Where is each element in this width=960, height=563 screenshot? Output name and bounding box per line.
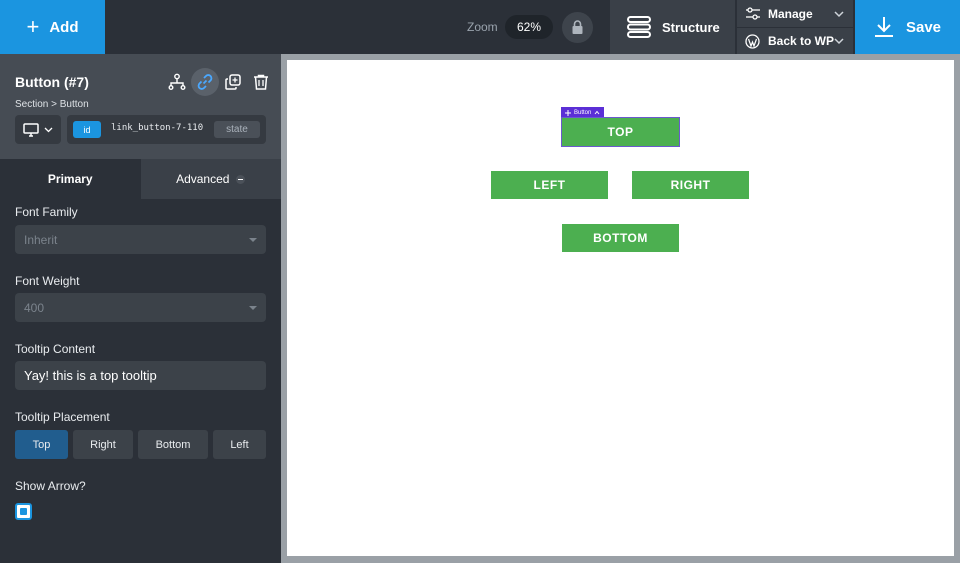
placement-right-button[interactable]: Right xyxy=(73,430,133,459)
element-header: Button (#7) Section > Button id link_but… xyxy=(0,54,281,159)
plus-icon: + xyxy=(26,14,40,39)
tab-primary-label: Primary xyxy=(47,172,93,186)
selector-box: id link_button-7-110 state xyxy=(67,115,266,144)
manage-button[interactable]: Manage xyxy=(737,0,853,27)
structure-icon xyxy=(627,16,651,38)
font-family-select[interactable]: Inherit xyxy=(15,225,266,254)
state-button[interactable]: state xyxy=(214,121,260,138)
duplicate-button[interactable] xyxy=(219,68,247,96)
show-arrow-label: Show Arrow? xyxy=(15,479,86,493)
wordpress-icon xyxy=(745,33,760,49)
structure-button-label: Structure xyxy=(662,19,720,35)
structure-button[interactable]: Structure xyxy=(610,0,735,54)
tooltip-content-label: Tooltip Content xyxy=(15,342,96,356)
device-selector[interactable] xyxy=(15,115,61,144)
font-family-value: Inherit xyxy=(24,232,58,247)
tab-primary[interactable]: Primary xyxy=(0,159,141,199)
font-weight-select[interactable]: 400 xyxy=(15,293,266,322)
panel-tabs: Primary Advanced xyxy=(0,159,281,199)
collapse-icon xyxy=(236,174,246,184)
placement-top-button[interactable]: Top xyxy=(15,430,68,459)
delete-button[interactable] xyxy=(247,68,275,96)
save-button-label: Save xyxy=(905,18,942,36)
page-canvas: Button TOP LEFT RIGHT BOTTOM xyxy=(287,60,954,556)
chevron-down-icon xyxy=(44,127,53,133)
chevron-down-icon xyxy=(834,38,844,45)
hierarchy-icon xyxy=(168,73,186,90)
placement-left-button[interactable]: Left xyxy=(213,430,266,459)
download-icon xyxy=(874,17,893,37)
show-arrow-checkbox[interactable] xyxy=(15,503,32,520)
save-button[interactable]: Save xyxy=(855,0,960,54)
id-badge[interactable]: id xyxy=(73,121,101,138)
zoom-value[interactable]: 62% xyxy=(505,15,553,39)
lock-icon xyxy=(572,20,583,34)
add-button-label: Add xyxy=(49,18,79,36)
monitor-icon xyxy=(23,122,39,137)
chevron-down-icon xyxy=(834,10,844,17)
element-id-value[interactable]: link_button-7-110 xyxy=(111,123,203,133)
element-tools xyxy=(163,68,275,96)
link-button[interactable] xyxy=(191,68,219,96)
link-icon xyxy=(197,74,213,90)
move-icon xyxy=(565,109,571,116)
tooltip-placement-label: Tooltip Placement xyxy=(15,410,110,424)
chevron-up-icon xyxy=(594,110,600,115)
top-toolbar: + Add Zoom 62% Structure Manage Back to … xyxy=(0,0,960,54)
caret-down-icon xyxy=(249,306,257,310)
tab-advanced-label: Advanced xyxy=(176,172,230,186)
placement-bottom-button[interactable]: Bottom xyxy=(138,430,208,459)
duplicate-icon xyxy=(225,74,241,90)
bottom-button[interactable]: BOTTOM xyxy=(562,224,679,252)
selected-element-name: Button xyxy=(574,109,592,116)
breadcrumb: Section > Button xyxy=(15,99,89,110)
add-button[interactable]: + Add xyxy=(0,0,105,54)
element-title: Button (#7) xyxy=(15,74,89,90)
left-button[interactable]: LEFT xyxy=(491,171,608,199)
properties-sidebar: Button (#7) Section > Button id link_but… xyxy=(0,54,281,563)
font-weight-value: 400 xyxy=(24,300,45,315)
tab-advanced[interactable]: Advanced xyxy=(140,159,281,199)
check-mark-icon xyxy=(20,508,27,515)
top-button[interactable]: TOP xyxy=(561,117,680,147)
font-weight-label: Font Weight xyxy=(15,274,80,288)
hierarchy-button[interactable] xyxy=(163,68,191,96)
tooltip-content-input[interactable]: Yay! this is a top tooltip xyxy=(15,361,266,390)
back-to-wp-button[interactable]: Back to WP xyxy=(737,28,853,54)
caret-down-icon xyxy=(249,238,257,242)
trash-icon xyxy=(254,74,268,90)
lock-button[interactable] xyxy=(562,12,593,43)
sliders-icon xyxy=(746,6,760,20)
selected-element-tag[interactable]: Button xyxy=(561,107,605,118)
tooltip-placement-group: Top Right Bottom Left xyxy=(15,430,266,459)
right-button[interactable]: RIGHT xyxy=(632,171,749,199)
back-to-wp-label: Back to WP xyxy=(768,34,835,48)
manage-button-label: Manage xyxy=(768,6,813,21)
canvas-area: Button TOP LEFT RIGHT BOTTOM xyxy=(281,54,960,563)
font-family-label: Font Family xyxy=(15,205,78,219)
zoom-label: Zoom xyxy=(467,20,498,34)
